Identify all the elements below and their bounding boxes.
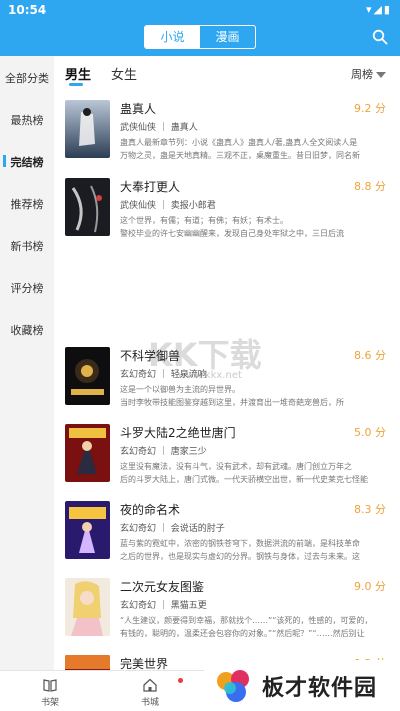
book-title: 大奉打更人: [120, 180, 181, 194]
book-title: 夜的命名术: [120, 503, 181, 517]
tab-female[interactable]: 女生: [111, 64, 137, 83]
nav-bookshelf[interactable]: 书架: [30, 677, 70, 708]
book-item[interactable]: 蛊真人 9.2 分 武侠仙侠 ｜ 蛊真人 蛊真人最新章节列：小说《蛊真人》蛊真人…: [54, 100, 400, 172]
rank-period-dropdown[interactable]: 周榜: [351, 66, 386, 82]
book-description: 蛊真人最新章节列：小说《蛊真人》蛊真人/著,蛊真人全文阅读人是 万物之灵，蛊是天…: [120, 136, 388, 162]
book-description-line: 蓝与紫的霓虹中，浓密的钢铁苍穹下，数据洪流的前端，是科技革命: [120, 539, 360, 548]
book-cover: [65, 178, 110, 236]
chevron-down-icon: [376, 72, 386, 78]
status-time: 10:54: [8, 3, 47, 17]
book-score: 8.3 分: [354, 503, 386, 516]
book-description-line: 蛊真人最新章节列：小说《蛊真人》蛊真人/著,蛊真人全文阅读人是: [120, 138, 358, 147]
rank-period-value: 周榜: [351, 68, 373, 81]
book-score: 9.2 分: [354, 102, 386, 115]
brand-logo: 板才软件园: [204, 660, 400, 711]
category-sidebar: 全部分类 最热榜 完结榜 推荐榜 新书榜 评分榜 收藏榜: [0, 56, 54, 670]
book-description: 这是一个以御兽为主流的异世界。 当时李牧带技能图鉴穿越到这里，并渡育出一堆奇葩宠…: [120, 383, 388, 409]
book-score: 8.8 分: [354, 180, 386, 193]
book-title: 完美世界: [120, 657, 169, 670]
book-description-line: 有钱的，聪明的，温柔还会包容你的对象。”“然后呢？”“……然后别让: [120, 629, 365, 638]
tab-novel[interactable]: 小说: [145, 26, 200, 48]
book-meta: 玄幻奇幻 ｜ 黑猫五更: [120, 601, 207, 611]
book-cover: [65, 347, 110, 405]
sidebar-item-recommended[interactable]: 推荐榜: [0, 196, 54, 212]
book-meta: 武侠仙侠 ｜ 蛊真人: [120, 123, 198, 133]
brand-logo-text: 板才软件园: [262, 676, 378, 701]
book-item[interactable]: 不科学御兽 8.6 分 玄幻奇幻 ｜ 轻泉流响 这是一个以御兽为主流的异世界。 …: [54, 347, 400, 419]
book-description-line: 警校毕业的许七安幽幽醒来，发现自己身处牢狱之中，三日后流: [120, 229, 344, 238]
nav-bookstore[interactable]: 书城: [130, 677, 170, 708]
sidebar-item-completed[interactable]: 完结榜: [0, 154, 54, 170]
book-cover: [65, 100, 110, 158]
book-item[interactable]: 斗罗大陆2之绝世唐门 5.0 分 玄幻奇幻 ｜ 唐家三少 这里没有魔法，没有斗气…: [54, 424, 400, 496]
sidebar-item-all-categories[interactable]: 全部分类: [0, 70, 54, 86]
nav-bookshelf-label: 书架: [40, 698, 59, 708]
book-title: 斗罗大陆2之绝世唐门: [120, 426, 236, 440]
book-title: 蛊真人: [120, 102, 157, 116]
sidebar-item-favorites[interactable]: 收藏榜: [0, 322, 54, 338]
book-cover: [65, 501, 110, 559]
book-description-line: 之后的世界，也是现实与虚幻的分界。钢铁与身体，过去与未来。这: [120, 552, 360, 561]
book-title: 二次元女友图鉴: [120, 580, 205, 594]
tab-comic[interactable]: 漫画: [200, 26, 255, 48]
book-title: 不科学御兽: [120, 349, 181, 363]
bookshelf-icon: [43, 679, 57, 692]
system-status-icons: ▾◢▮: [365, 3, 392, 16]
book-description-line: 后的斗罗大陆上，唐门式微。一代天骄横空出世，新一代史莱克七怪能: [120, 475, 368, 484]
book-cover: [65, 655, 110, 670]
notification-dot: [178, 678, 183, 683]
book-meta: 玄幻奇幻 ｜ 会说话的肘子: [120, 524, 225, 534]
tab-active-underline: [69, 83, 83, 86]
bookstore-icon: [143, 678, 157, 692]
content-type-switch: 小说 漫画: [144, 25, 256, 49]
sidebar-item-rating[interactable]: 评分榜: [0, 280, 54, 296]
tab-male[interactable]: 男生: [65, 64, 91, 83]
sidebar-item-hot[interactable]: 最热榜: [0, 112, 54, 128]
book-description-line: 这个世界，有儒；有道；有佛；有妖；有术士。: [120, 216, 288, 225]
book-item[interactable]: 夜的命名术 8.3 分 玄幻奇幻 ｜ 会说话的肘子 蓝与紫的霓虹中，浓密的钢铁苍…: [54, 501, 400, 573]
book-meta: 玄幻奇幻 ｜ 轻泉流响: [120, 370, 207, 380]
book-description: “人生建议，颜要得到幸福，那就找个……”“该死的，性感的，可爱的， 有钱的，聪明…: [120, 614, 388, 640]
nav-bookstore-label: 书城: [140, 698, 159, 708]
brand-logo-icon: [217, 670, 249, 702]
book-description-line: 当时李牧带技能图鉴穿越到这里，并渡育出一堆奇葩宠兽后，所: [120, 398, 344, 407]
book-description: 这个世界，有儒；有道；有佛；有妖；有术士。 警校毕业的许七安幽幽醒来，发现自己身…: [120, 214, 388, 240]
book-description-line: 万物之灵，蛊是天地真精。三观不正，桌魔重生。昔日旧梦，同名新: [120, 151, 360, 160]
book-item[interactable]: 大奉打更人 8.8 分 武侠仙侠 ｜ 卖报小郎君 这个世界，有儒；有道；有佛；有…: [54, 178, 400, 250]
search-icon[interactable]: [372, 29, 388, 45]
book-score: 9.0 分: [354, 580, 386, 593]
book-cover: [65, 578, 110, 636]
book-meta: 武侠仙侠 ｜ 卖报小郎君: [120, 201, 216, 211]
book-description-line: 这是一个以御兽为主流的异世界。: [120, 385, 240, 394]
book-score: 5.0 分: [354, 426, 386, 439]
sidebar-item-new[interactable]: 新书榜: [0, 238, 54, 254]
book-description: 蓝与紫的霓虹中，浓密的钢铁苍穹下，数据洪流的前端，是科技革命 之后的世界，也是现…: [120, 537, 388, 563]
status-bar: 10:54 ▾◢▮: [0, 0, 400, 20]
book-item[interactable]: 二次元女友图鉴 9.0 分 玄幻奇幻 ｜ 黑猫五更 “人生建议，颜要得到幸福，那…: [54, 578, 400, 650]
top-header: 小说 漫画: [0, 20, 400, 56]
book-meta: 玄幻奇幻 ｜ 唐家三少: [120, 447, 207, 457]
book-description-line: 这里没有魔法，没有斗气，没有武术，却有武魂。唐门创立万年之: [120, 462, 352, 471]
book-score: 8.6 分: [354, 349, 386, 362]
book-description: 这里没有魔法，没有斗气，没有武术，却有武魂。唐门创立万年之 后的斗罗大陆上，唐门…: [120, 460, 388, 486]
book-description-line: “人生建议，颜要得到幸福，那就找个……”“该死的，性感的，可爱的，: [120, 616, 373, 625]
book-cover: [65, 424, 110, 482]
